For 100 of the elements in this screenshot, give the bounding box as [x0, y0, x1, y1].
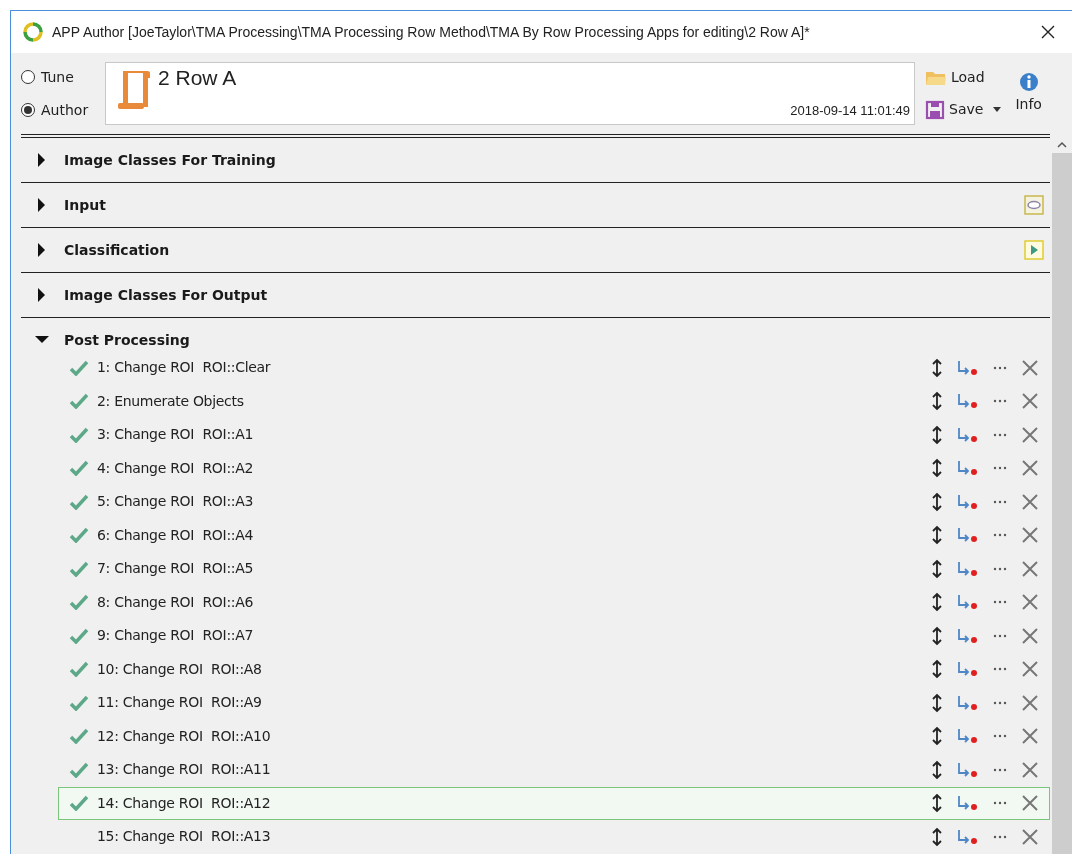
branch-icon[interactable]: [957, 627, 979, 644]
step-row[interactable]: 12: Change ROI ROI::A10: [58, 719, 1050, 753]
delete-icon[interactable]: [1021, 827, 1039, 846]
section-header[interactable]: Classification: [34, 235, 170, 265]
up-down-arrow-icon[interactable]: [931, 558, 943, 579]
more-icon[interactable]: [993, 599, 1007, 606]
step-row[interactable]: 15: Change ROI ROI::A13: [58, 820, 1050, 854]
step-row[interactable]: 8: Change ROI ROI::A6: [58, 585, 1050, 619]
more-icon[interactable]: [993, 833, 1007, 840]
more-icon[interactable]: [993, 766, 1007, 773]
branch-icon[interactable]: [957, 460, 979, 477]
more-icon[interactable]: [993, 800, 1007, 807]
delete-icon[interactable]: [1021, 559, 1039, 578]
step-label: 11: Change ROI ROI::A9: [97, 693, 262, 713]
radio-button[interactable]: [21, 103, 35, 117]
delete-icon[interactable]: [1021, 459, 1039, 478]
delete-icon[interactable]: [1021, 392, 1039, 411]
branch-icon[interactable]: [957, 661, 979, 678]
delete-icon[interactable]: [1021, 425, 1039, 444]
more-icon[interactable]: [993, 364, 1007, 371]
delete-icon[interactable]: [1021, 727, 1039, 746]
step-row[interactable]: 3: Change ROI ROI::A1: [58, 418, 1050, 452]
branch-icon[interactable]: [957, 359, 979, 376]
step-row[interactable]: 4: Change ROI ROI::A2: [58, 451, 1050, 485]
delete-icon[interactable]: [1021, 358, 1039, 377]
section-header[interactable]: Image Classes For Training: [34, 145, 276, 175]
delete-icon[interactable]: [1021, 626, 1039, 645]
radio-option[interactable]: Author: [21, 93, 105, 127]
branch-icon[interactable]: [957, 828, 979, 845]
branch-icon[interactable]: [957, 426, 979, 443]
step-label: 1: Change ROI ROI::Clear: [97, 358, 271, 378]
delete-icon[interactable]: [1021, 693, 1039, 712]
more-icon[interactable]: [993, 699, 1007, 706]
play-icon[interactable]: [1024, 240, 1044, 260]
step-row[interactable]: 6: Change ROI ROI::A4: [58, 518, 1050, 552]
up-down-arrow-icon[interactable]: [931, 692, 943, 713]
up-down-arrow-icon[interactable]: [931, 826, 943, 847]
branch-icon[interactable]: [957, 393, 979, 410]
radio-option[interactable]: Tune: [21, 60, 105, 94]
branch-icon[interactable]: [957, 761, 979, 778]
branch-icon[interactable]: [957, 527, 979, 544]
step-label: 3: Change ROI ROI::A1: [97, 425, 254, 445]
step-label: 2: Enumerate Objects: [97, 391, 244, 411]
branch-icon[interactable]: [957, 728, 979, 745]
section-header[interactable]: Input: [34, 190, 106, 220]
step-label: 5: Change ROI ROI::A3: [97, 492, 254, 512]
more-icon[interactable]: [993, 632, 1007, 639]
up-down-arrow-icon[interactable]: [931, 525, 943, 546]
info-button[interactable]: Info: [1015, 72, 1042, 115]
step-row[interactable]: 11: Change ROI ROI::A9: [58, 686, 1050, 720]
step-row[interactable]: 2: Enumerate Objects: [58, 384, 1050, 418]
step-row[interactable]: 14: Change ROI ROI::A12: [58, 786, 1050, 820]
delete-icon[interactable]: [1021, 794, 1039, 813]
more-icon[interactable]: [993, 733, 1007, 740]
step-row[interactable]: 7: Change ROI ROI::A5: [58, 552, 1050, 586]
info-icon: [1018, 72, 1039, 92]
up-down-arrow-icon[interactable]: [931, 391, 943, 412]
up-down-arrow-icon[interactable]: [931, 424, 943, 445]
branch-icon[interactable]: [957, 560, 979, 577]
up-down-arrow-icon[interactable]: [931, 592, 943, 613]
more-icon[interactable]: [993, 532, 1007, 539]
more-icon[interactable]: [993, 565, 1007, 572]
up-down-arrow-icon[interactable]: [931, 458, 943, 479]
branch-icon[interactable]: [957, 594, 979, 611]
step-row[interactable]: 10: Change ROI ROI::A8: [58, 652, 1050, 686]
branch-icon[interactable]: [957, 493, 979, 510]
up-down-arrow-icon[interactable]: [931, 659, 943, 680]
up-down-arrow-icon[interactable]: [931, 793, 943, 814]
step-row[interactable]: 9: Change ROI ROI::A7: [58, 619, 1050, 653]
delete-icon[interactable]: [1021, 660, 1039, 679]
more-icon[interactable]: [993, 666, 1007, 673]
step-row[interactable]: 13: Change ROI ROI::A11: [58, 753, 1050, 787]
step-label: 6: Change ROI ROI::A4: [97, 525, 254, 545]
load-button[interactable]: Load: [925, 64, 1002, 91]
caret-down-icon: [993, 106, 1002, 113]
app-name: 2 Row A: [158, 65, 237, 91]
branch-icon[interactable]: [957, 694, 979, 711]
app-logo-icon: [22, 21, 44, 43]
radio-button[interactable]: [21, 70, 35, 84]
delete-icon[interactable]: [1021, 593, 1039, 612]
delete-icon[interactable]: [1021, 526, 1039, 545]
more-icon[interactable]: [993, 498, 1007, 505]
up-down-arrow-icon[interactable]: [931, 726, 943, 747]
delete-icon[interactable]: [1021, 760, 1039, 779]
more-icon[interactable]: [993, 465, 1007, 472]
window-title: APP Author [JoeTaylor\TMA Processing\TMA Processing Row Method\TMA By Row Processing Apps for editing\2 Row A]*: [52, 22, 810, 42]
step-label: 13: Change ROI ROI::A11: [97, 760, 271, 780]
section-header[interactable]: Image Classes For Output: [34, 280, 268, 310]
up-down-arrow-icon[interactable]: [931, 357, 943, 378]
up-down-arrow-icon[interactable]: [931, 625, 943, 646]
save-button[interactable]: Save: [925, 96, 1002, 123]
delete-icon[interactable]: [1021, 492, 1039, 511]
up-down-arrow-icon[interactable]: [931, 491, 943, 512]
more-icon[interactable]: [993, 398, 1007, 405]
step-label: 12: Change ROI ROI::A10: [97, 726, 271, 746]
step-row[interactable]: 5: Change ROI ROI::A3: [58, 485, 1050, 519]
more-icon[interactable]: [993, 431, 1007, 438]
radio-label: Author: [41, 100, 89, 120]
branch-icon[interactable]: [957, 795, 979, 812]
up-down-arrow-icon[interactable]: [931, 759, 943, 780]
